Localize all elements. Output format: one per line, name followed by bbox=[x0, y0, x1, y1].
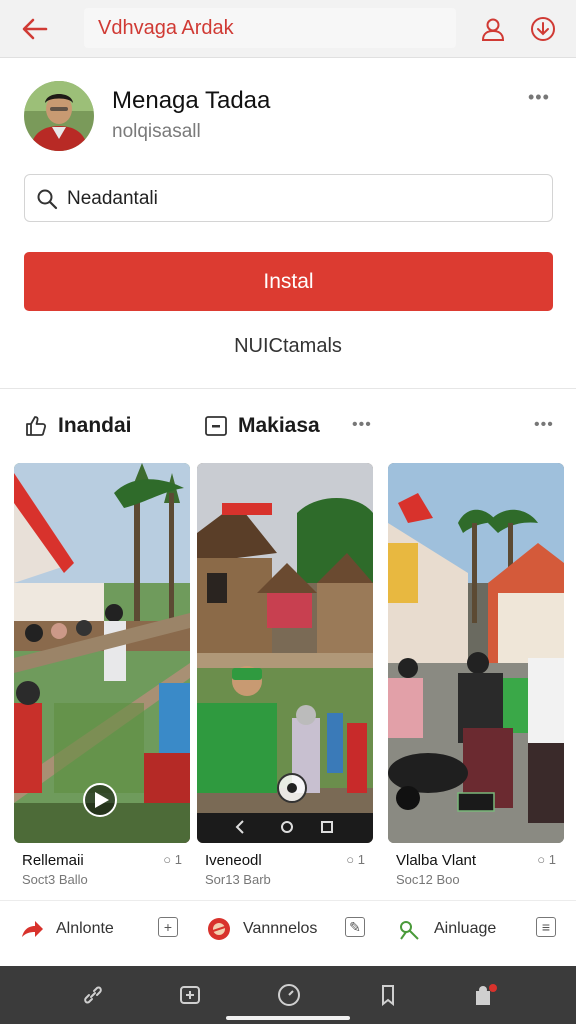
section-header: Inandai Makiasa ••• ••• bbox=[0, 390, 576, 460]
page-title: Vdhvaga Ardak bbox=[98, 17, 234, 39]
search-icon bbox=[37, 189, 58, 210]
more-options-button[interactable]: ••• bbox=[528, 87, 550, 108]
action-row: Alnlonte + Vannnelos ✎ Ainluage ≡ bbox=[0, 900, 576, 966]
nav-link[interactable] bbox=[76, 978, 110, 1012]
user-button[interactable] bbox=[476, 12, 510, 46]
comment-count[interactable]: ○ 1 bbox=[163, 852, 182, 867]
edit-button[interactable]: ✎ bbox=[345, 917, 365, 937]
action-ainluage[interactable]: Ainluage ≡ bbox=[378, 901, 568, 957]
tab-label: Makiasa bbox=[238, 414, 320, 437]
action-label: Alnlonte bbox=[56, 920, 114, 937]
back-button[interactable] bbox=[18, 12, 52, 46]
section-more-button[interactable]: ••• bbox=[534, 416, 554, 434]
tab-inandai[interactable]: Inandai bbox=[24, 414, 132, 438]
arrow-left-icon bbox=[22, 18, 48, 40]
video-thumbnail[interactable] bbox=[388, 463, 564, 843]
nav-explore[interactable] bbox=[272, 978, 306, 1012]
search-input[interactable]: Neadantali bbox=[67, 188, 158, 210]
video-card[interactable]: Vlalba Vlant Soc12 Boo ○ 1 bbox=[388, 463, 564, 899]
card-title: Iveneodl bbox=[205, 852, 262, 869]
compass-icon bbox=[278, 984, 300, 1006]
card-meta: Sor13 Barb bbox=[205, 872, 271, 887]
comment-count[interactable]: ○ 1 bbox=[346, 852, 365, 867]
avatar[interactable] bbox=[24, 81, 94, 151]
action-label: Ainluage bbox=[434, 920, 497, 937]
action-label: Vannnelos bbox=[243, 920, 318, 937]
add-square-icon bbox=[180, 986, 200, 1004]
download-icon bbox=[531, 17, 555, 41]
search-field[interactable]: Neadantali bbox=[24, 174, 553, 222]
nav-add[interactable] bbox=[173, 978, 207, 1012]
video-card[interactable]: Rellemaii Soct3 Ballo ○ 1 bbox=[14, 463, 190, 899]
download-button[interactable] bbox=[526, 12, 560, 46]
thumbs-up-icon bbox=[26, 416, 47, 436]
card-title: Vlalba Vlant bbox=[396, 852, 477, 869]
top-bar: Vdhvaga Ardak bbox=[0, 0, 576, 58]
video-thumbnail[interactable] bbox=[14, 463, 190, 843]
nav-profile[interactable] bbox=[468, 978, 502, 1012]
pen-icon bbox=[398, 917, 422, 941]
profile-notify-icon bbox=[476, 984, 497, 1005]
tab-more-button[interactable]: ••• bbox=[352, 416, 372, 434]
video-thumbnail[interactable] bbox=[197, 463, 373, 843]
emblem-icon bbox=[207, 917, 231, 941]
home-indicator bbox=[226, 1016, 350, 1020]
link-icon bbox=[84, 986, 102, 1004]
bottom-nav bbox=[0, 966, 576, 1024]
list-button[interactable]: ≡ bbox=[536, 917, 556, 937]
secondary-link[interactable]: NUICtamals bbox=[0, 335, 576, 358]
video-card[interactable]: Iveneodl Sor13 Barb ○ 1 bbox=[197, 463, 373, 899]
profile-name: Menaga Tadaa bbox=[112, 87, 271, 114]
comment-count[interactable]: ○ 1 bbox=[537, 852, 556, 867]
card-meta: Soc12 Boo bbox=[396, 872, 460, 887]
bookmark-icon bbox=[382, 985, 394, 1006]
add-button[interactable]: + bbox=[158, 917, 178, 937]
media-icon bbox=[205, 416, 227, 436]
install-button[interactable]: Instal bbox=[24, 252, 553, 311]
card-meta: Soct3 Ballo bbox=[22, 872, 88, 887]
profile-section: Menaga Tadaa nolqisasall ••• Neadantali … bbox=[0, 59, 576, 389]
card-title: Rellemaii bbox=[22, 852, 84, 869]
user-icon bbox=[481, 18, 505, 41]
profile-handle: nolqisasall bbox=[112, 121, 201, 142]
share-arrow-icon bbox=[20, 917, 44, 941]
action-alnlonte[interactable]: Alnlonte + bbox=[0, 901, 190, 957]
action-vannnelos[interactable]: Vannnelos ✎ bbox=[187, 901, 377, 957]
nav-saved[interactable] bbox=[371, 978, 405, 1012]
title-field[interactable]: Vdhvaga Ardak bbox=[84, 8, 456, 48]
tab-label: Inandai bbox=[58, 414, 132, 437]
tab-makiasa[interactable]: Makiasa bbox=[204, 414, 320, 438]
